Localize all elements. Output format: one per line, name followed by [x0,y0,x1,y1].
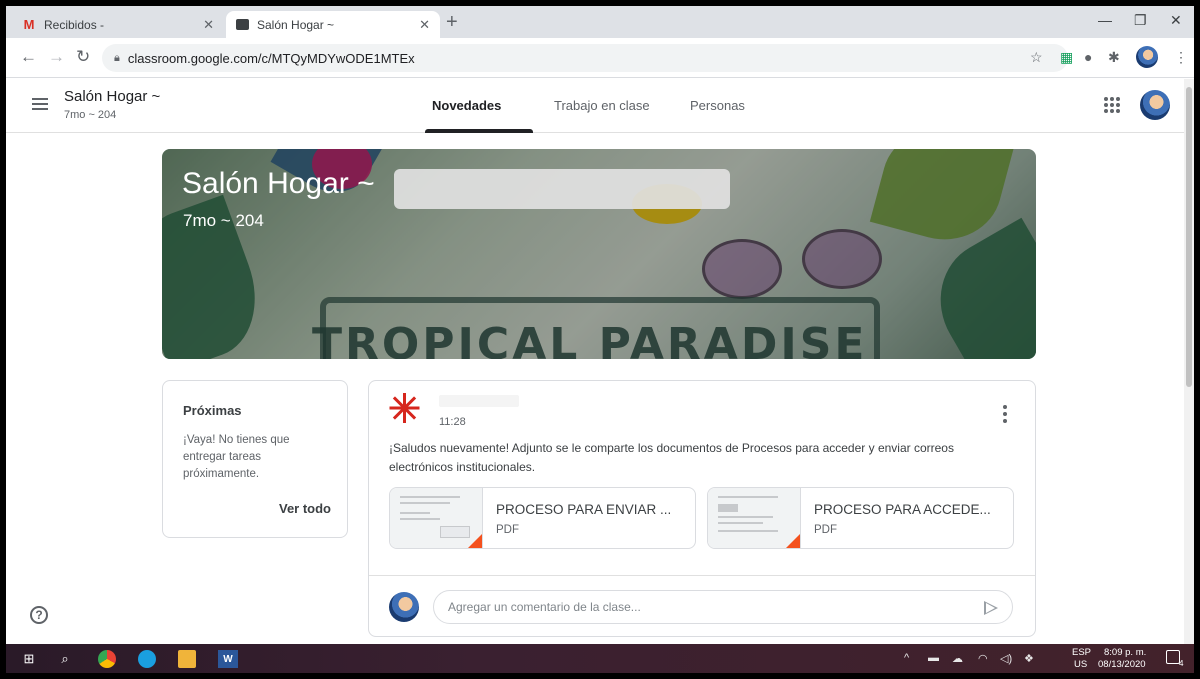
notification-count: 4 [1179,659,1184,668]
browser-toolbar: ← → ↻ 🔒︎ classroom.google.com/c/MTQyMDYw… [6,38,1194,78]
tab-gmail[interactable]: M Recibidos - ✕ [12,11,224,38]
tab-strip: M Recibidos - ✕ Salón Hogar ~ ✕ + — ❐ ✕ [6,6,1194,38]
send-icon[interactable] [984,601,998,615]
keyboard-layout[interactable]: US [1074,659,1087,670]
page-scrollbar[interactable] [1184,79,1194,644]
help-icon[interactable]: ? [30,606,48,624]
tab-label: Salón Hogar ~ [257,17,335,32]
classroom-header: Salón Hogar ~ 7mo ~ 204 Novedades Trabaj… [6,79,1194,133]
view-all-link[interactable]: Ver todo [279,501,331,516]
pdf-badge-icon [466,534,482,548]
close-window-icon[interactable]: ✕ [1170,12,1182,29]
language-code[interactable]: ESP [1072,647,1091,658]
bookmark-star-icon[interactable]: ☆ [1030,49,1043,65]
classroom-icon [236,19,249,30]
search-icon[interactable]: ⌕ [56,650,74,668]
puzzle-extensions-icon[interactable]: ✱ [1108,49,1120,65]
tab-personas[interactable]: Personas [690,98,745,113]
stream-post: 11:28 ¡Saludos nuevamente! Adjunto se le… [368,380,1036,637]
extension-icon[interactable]: ● [1084,49,1092,65]
post-time: 11:28 [439,416,466,428]
more-options-icon[interactable] [1003,405,1007,426]
show-hidden-icons-icon[interactable]: ^ [904,652,909,664]
edge-taskbar-icon[interactable] [138,650,156,668]
attachment-type: PDF [814,524,837,536]
forward-icon[interactable]: → [48,47,65,67]
sheets-extension-icon[interactable]: ▦ [1060,49,1073,65]
class-section: 7mo ~ 204 [64,109,117,121]
author-avatar [389,393,419,423]
upcoming-title: Próximas [183,403,242,418]
google-apps-icon[interactable] [1104,97,1120,113]
close-icon[interactable]: ✕ [203,17,214,33]
banner-section: 7mo ~ 204 [183,211,264,230]
comment-placeholder: Agregar un comentario de la clase... [448,600,641,614]
wifi-icon[interactable]: ◠ [978,652,988,665]
attachment-title: PROCESO PARA ACCEDE... [814,502,991,517]
restore-icon[interactable]: ❐ [1134,12,1147,29]
windows-taskbar: ⊞ ⌕ W ^ ▬ ☁ ◠ ◁) ❖ ESP US 8:09 p. m. 08/… [6,644,1194,673]
chrome-menu-icon[interactable]: ⋮ [1174,49,1188,65]
user-avatar[interactable] [1140,90,1170,120]
back-icon[interactable]: ← [20,47,37,67]
profile-avatar[interactable] [1136,46,1158,68]
reload-icon[interactable]: ↻ [76,47,90,67]
upcoming-card: Próximas ¡Vaya! No tienes que entregar t… [162,380,348,538]
tab-trabajo-en-clase[interactable]: Trabajo en clase [554,98,650,113]
close-icon[interactable]: ✕ [419,17,430,33]
divider [369,575,1035,576]
pdf-thumbnail [390,488,483,548]
windows-start-icon[interactable]: ⊞ [20,650,38,668]
file-explorer-icon[interactable] [178,650,196,668]
redacted-area [394,169,730,209]
pdf-badge-icon [784,534,800,548]
word-taskbar-icon[interactable]: W [218,650,238,668]
attachment-card[interactable]: PROCESO PARA ENVIAR ... PDF [389,487,696,549]
active-tab-indicator [425,129,533,133]
onedrive-icon[interactable]: ☁ [952,652,963,665]
browser-window: M Recibidos - ✕ Salón Hogar ~ ✕ + — ❐ ✕ … [6,6,1194,673]
class-comment-input[interactable]: Agregar un comentario de la clase... [433,590,1013,624]
volume-icon[interactable]: ◁) [1000,652,1012,665]
tab-novedades[interactable]: Novedades [432,98,501,113]
gmail-icon: M [23,17,35,32]
clock-date[interactable]: 08/13/2020 [1098,659,1146,670]
lock-icon: 🔒︎ [114,51,120,64]
new-tab-icon[interactable]: + [446,12,458,32]
url-text: classroom.google.com/c/MTQyMDYwODE1MTEx [127,50,415,66]
attachment-type: PDF [496,524,519,536]
commenter-avatar [389,592,419,622]
attachment-title: PROCESO PARA ENVIAR ... [496,502,672,517]
redacted-author-name [439,395,519,407]
hamburger-menu-icon[interactable] [32,98,48,110]
tab-classroom[interactable]: Salón Hogar ~ ✕ [226,11,440,38]
pdf-thumbnail [708,488,801,548]
upcoming-message: ¡Vaya! No tienes que entregar tareas pró… [183,434,290,480]
chrome-taskbar-icon[interactable] [98,650,116,668]
attachment-card[interactable]: PROCESO PARA ACCEDE... PDF [707,487,1014,549]
battery-icon[interactable]: ▬ [928,652,939,664]
minimize-icon[interactable]: — [1098,12,1112,28]
tab-label: Recibidos - [44,17,105,32]
class-title[interactable]: Salón Hogar ~ [64,88,160,105]
post-body: ¡Saludos nuevamente! Adjunto se le compa… [389,441,954,474]
notification-center-icon[interactable] [1166,650,1180,664]
class-banner: TROPICAL PARADISE Salón Hogar ~ 7mo ~ 20… [162,149,1036,359]
dropbox-icon[interactable]: ❖ [1024,652,1034,665]
address-bar[interactable]: 🔒︎ classroom.google.com/c/MTQyMDYwODE1MT… [102,44,1068,72]
clock-time[interactable]: 8:09 p. m. [1104,647,1146,658]
banner-class-title[interactable]: Salón Hogar ~ [182,167,375,201]
